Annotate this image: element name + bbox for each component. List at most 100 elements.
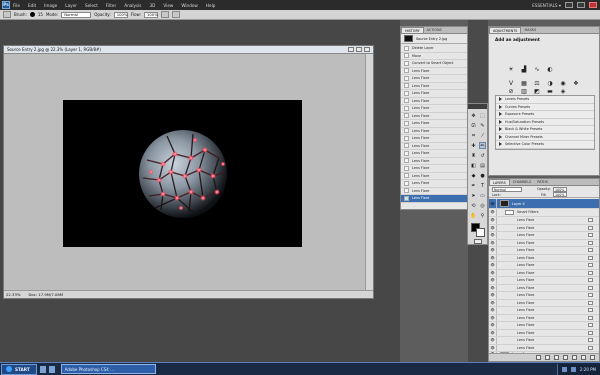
tab-adjustments[interactable]: ADJUSTMENTS [489,27,522,33]
filter-options-icon[interactable] [588,293,593,298]
menu-edit[interactable]: Edit [28,3,36,8]
volume-icon[interactable] [570,366,576,372]
hue-saturation-icon[interactable]: ▦ [520,79,528,87]
selective-color-icon[interactable]: ◈ [559,87,567,95]
filter-options-icon[interactable] [588,338,593,343]
history-item[interactable]: Lens Flare [401,98,467,105]
posterize-icon[interactable]: ▥ [520,87,528,95]
eye-icon[interactable]: 👁 [489,224,497,231]
eye-icon[interactable]: 👁 [489,277,497,284]
doc-close-button[interactable] [364,47,370,52]
doc-maximize-button[interactable] [356,47,362,52]
filter-options-icon[interactable] [588,218,593,223]
shape-tool-icon[interactable]: ▭ [479,192,486,199]
eye-icon[interactable]: 👁 [489,209,497,216]
preset-item[interactable]: Black & White Presets [496,126,594,134]
adjustment-layer-icon[interactable] [563,355,568,360]
history-item[interactable]: Lens Flare [401,83,467,90]
vibrance-icon[interactable]: V [507,79,515,87]
doc-size-info[interactable]: Doc: 17.9M/7.08M [28,292,63,297]
new-layer-icon[interactable] [581,355,586,360]
lasso-tool-icon[interactable]: ᘏ [470,122,477,129]
filter-options-icon[interactable] [588,315,593,320]
preset-item[interactable]: Hue/Saturation Presets [496,119,594,126]
eye-icon[interactable]: 👁 [489,337,497,344]
quicklaunch-icon[interactable] [39,365,46,373]
eye-icon[interactable]: 👁 [489,284,497,291]
filter-options-icon[interactable] [588,248,593,253]
smart-filter-row[interactable]: 👁 Lens Flare [489,217,599,225]
brush-picker[interactable] [29,12,35,17]
add-mask-icon[interactable] [554,355,559,360]
zoom-tool-icon[interactable]: ⚲ [479,212,486,219]
eye-icon[interactable]: 👁 [489,307,497,314]
threshold-icon[interactable]: ◩ [533,87,541,95]
mode-select[interactable]: Normal [61,11,92,18]
menu-select[interactable]: Select [85,3,98,8]
vertical-scrollbar[interactable] [365,54,373,292]
doc-minimize-button[interactable] [348,47,354,52]
quicklaunch-icon[interactable] [48,365,55,373]
start-button[interactable]: START [1,363,37,375]
history-item[interactable]: Lens Flare [401,173,467,180]
smart-filter-row[interactable]: 👁 Lens Flare [489,307,599,315]
channel-mixer-icon[interactable]: ❖ [572,79,580,87]
eye-icon[interactable]: 👁 [489,329,497,336]
filter-options-icon[interactable] [588,240,593,245]
invert-icon[interactable]: ⊘ [507,87,515,95]
tab-channels[interactable]: CHANNELS [510,179,535,185]
3d-rotate-tool-icon[interactable]: ⟲ [470,202,477,209]
smart-filter-row[interactable]: 👁 Lens Flare [489,299,599,307]
blend-mode-select[interactable]: Normal [492,187,522,192]
history-item[interactable]: Lens Flare [401,105,467,113]
curves-icon[interactable]: ∿ [533,65,541,73]
tools-header[interactable] [468,104,487,109]
smart-filter-row[interactable]: 👁 Lens Flare [489,284,599,292]
smart-filter-row[interactable]: 👁 Lens Flare [489,269,599,277]
history-item[interactable]: Delete Layer [401,45,467,53]
history-snapshot[interactable]: Source Entry 2.jpg [401,34,467,44]
exposure-icon[interactable]: ◐ [546,65,554,73]
levels-icon[interactable]: ▟ [520,65,528,73]
eye-icon[interactable]: 👁 [489,254,497,261]
healing-brush-tool-icon[interactable]: ✚ [470,142,477,149]
gradient-map-icon[interactable]: ▬ [546,87,554,95]
brightness-contrast-icon[interactable]: ☀ [507,65,515,73]
filter-options-icon[interactable] [588,345,593,350]
history-item[interactable]: Lens Flare [401,150,467,158]
expand-triangle-icon[interactable] [499,104,502,109]
tab-layers[interactable]: LAYERS [489,179,510,185]
smart-filter-row[interactable]: 👁 Lens Flare [489,247,599,255]
layer-style-icon[interactable] [545,355,550,360]
hand-tool-icon[interactable]: ✋ [470,212,477,219]
marquee-tool-icon[interactable]: ⬚ [479,112,486,119]
filter-options-icon[interactable] [588,300,593,305]
smart-filter-row[interactable]: 👁 Lens Flare [489,239,599,247]
workspace-switcher[interactable]: ESSENTIALS ▾ [532,3,561,8]
eye-icon[interactable]: 👁 [489,262,497,269]
history-item[interactable]: Lens Flare [401,128,467,135]
airbrush-icon[interactable] [160,11,169,18]
minimize-button[interactable] [565,2,573,8]
menu-window[interactable]: Window [181,3,198,8]
network-icon[interactable] [561,366,567,372]
history-brush-tool-icon[interactable]: ↺ [479,152,486,159]
smart-filter-row[interactable]: 👁 Lens Flare [489,224,599,232]
preset-item[interactable]: Levels Presets [496,96,594,104]
smart-filter-row[interactable]: 👁 Lens Flare [489,292,599,300]
menu-file[interactable]: File [13,3,20,8]
history-item[interactable]: Lens Flare [401,90,467,98]
pen-tool-icon[interactable]: ✒ [470,182,477,189]
image-canvas[interactable] [63,100,302,247]
color-balance-icon[interactable]: ⚖ [533,79,541,87]
filter-options-icon[interactable] [588,285,593,290]
eye-icon[interactable]: 👁 [489,232,497,239]
menu-filter[interactable]: Filter [106,3,116,8]
menu-help[interactable]: Help [206,3,216,8]
preset-item[interactable]: Curves Presets [496,104,594,111]
3d-orbit-tool-icon[interactable]: ◎ [479,202,486,209]
photo-filter-icon[interactable]: ◉ [559,79,567,87]
filter-options-icon[interactable] [588,330,593,335]
maximize-button[interactable] [577,2,585,8]
filter-options-icon[interactable] [588,255,593,260]
